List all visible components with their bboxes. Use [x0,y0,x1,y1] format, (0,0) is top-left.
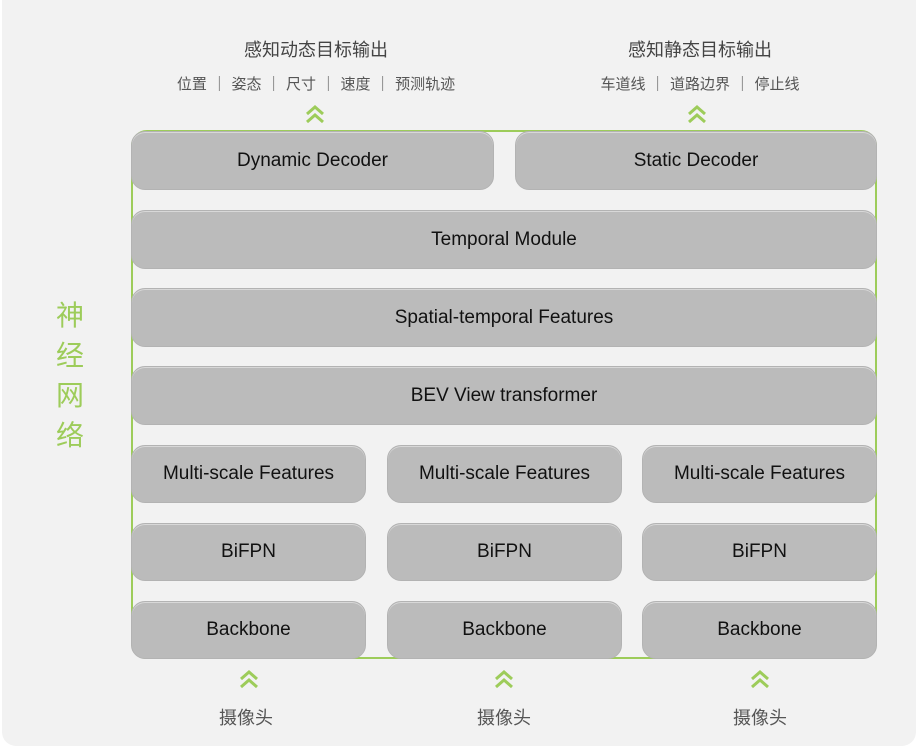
side-label-char: 神 [55,299,84,332]
multi-scale-features-box: Multi-scale Features [642,445,877,503]
camera-label: 摄像头 [733,708,787,729]
dynamic-decoder-box: Dynamic Decoder [131,131,494,190]
static-output-title: 感知静态目标输出 [628,40,772,61]
chevron-up-icon [238,669,260,689]
chevron-up-icon [749,669,771,689]
chevron-up-icon [686,104,708,124]
static-output-subtitle: 车道线 ｜ 道路边界 ｜ 停止线 [600,75,800,93]
side-label-char: 经 [55,339,84,372]
multi-scale-features-box: Multi-scale Features [131,445,366,503]
neural-network-label: 神 经 网 络 [50,296,90,456]
camera-label: 摄像头 [219,708,273,729]
dynamic-output-subtitle: 位置 ｜ 姿态 ｜ 尺寸 ｜ 速度 ｜ 预测轨迹 [176,75,456,93]
camera-label: 摄像头 [477,708,531,729]
multi-scale-features-box: Multi-scale Features [387,445,622,503]
bifpn-box: BiFPN [642,523,877,581]
spatial-temporal-features-box: Spatial-temporal Features [131,288,877,347]
static-decoder-box: Static Decoder [515,131,877,190]
temporal-module-box: Temporal Module [131,210,877,269]
chevron-up-icon [304,104,326,124]
bifpn-box: BiFPN [387,523,622,581]
backbone-box: Backbone [131,601,366,659]
chevron-up-icon [493,669,515,689]
bifpn-box: BiFPN [131,523,366,581]
bev-view-transformer-box: BEV View transformer [131,366,877,425]
backbone-box: Backbone [387,601,622,659]
side-label-char: 络 [55,419,84,452]
side-label-char: 网 [55,379,84,412]
dynamic-output-title: 感知动态目标输出 [244,40,388,61]
backbone-box: Backbone [642,601,877,659]
